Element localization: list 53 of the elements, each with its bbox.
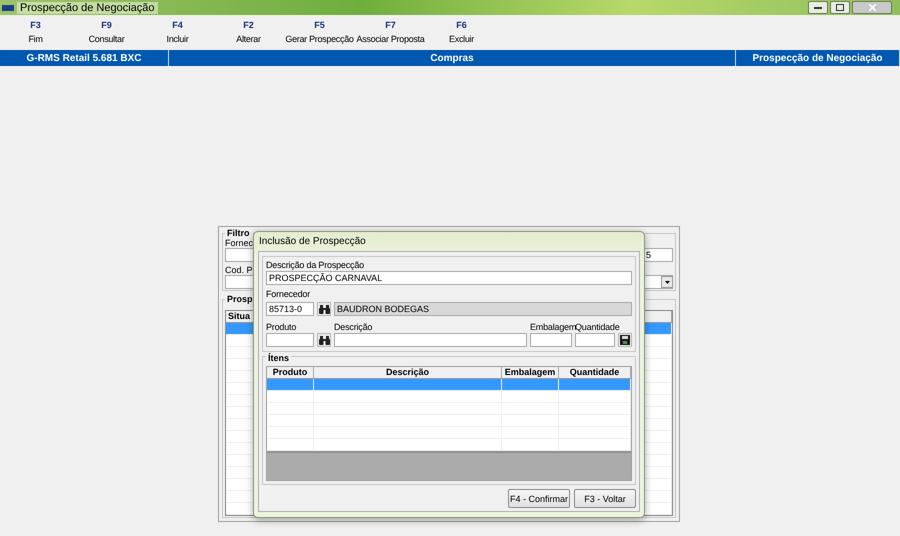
toolbar-button[interactable]: F9 Consultar: [71, 20, 142, 50]
save-button[interactable]: [618, 333, 632, 347]
column-header: Produto: [267, 367, 314, 378]
header-segment: G-RMS Retail 5.681 BXC: [0, 50, 169, 66]
field-label: Produto: [266, 322, 296, 332]
input-field[interactable]: [575, 333, 615, 347]
toolbar-button[interactable]: F2 Alterar: [213, 20, 284, 50]
field-label: Descrição: [334, 322, 372, 332]
toolbar-button[interactable]: F7 Associar Proposta: [355, 20, 426, 50]
date-field[interactable]: 5: [643, 248, 673, 262]
supplier-name-field[interactable]: BAUDRON BODEGAS: [334, 302, 632, 316]
app-icon: [2, 4, 14, 12]
field-label: Quantidade: [575, 322, 620, 332]
toolbar-button[interactable]: F6 Excluir: [426, 20, 497, 50]
table-row[interactable]: [267, 379, 631, 391]
binoculars-icon: [318, 336, 330, 344]
search-button[interactable]: [317, 302, 331, 316]
minimize-button[interactable]: [808, 1, 828, 14]
input-field[interactable]: [530, 333, 572, 347]
field-label: Descrição da Prospecção: [266, 260, 364, 270]
group-title: Ítens: [266, 353, 292, 363]
column-header: Descrição: [314, 367, 502, 378]
column-header: Quantidade: [559, 367, 631, 378]
dialog-button[interactable]: F3 - Voltar: [574, 489, 636, 508]
header-segment: Compras: [169, 50, 736, 66]
window-title: Prospecção de Negociação: [17, 2, 158, 14]
dialog-button[interactable]: F4 - Confirmar: [508, 489, 570, 508]
close-icon: [868, 4, 876, 11]
header-segment: Prospecção de Negociação: [736, 50, 900, 66]
dialog-title: Inclusão de Prospecção: [258, 235, 366, 249]
column-header: Embalagem: [502, 367, 559, 378]
toolbar-button[interactable]: F3 Fim: [0, 20, 71, 50]
input-field[interactable]: [266, 333, 314, 347]
field-label: Fornec: [225, 238, 254, 248]
input-field[interactable]: [334, 333, 527, 347]
description-field[interactable]: PROSPECÇÃO CARNAVAL: [266, 271, 632, 285]
field-label: Embalagem: [530, 322, 576, 332]
group-title: Filtro: [225, 228, 252, 238]
toolbar-button[interactable]: F4 Incluir: [142, 20, 213, 50]
save-icon: [620, 335, 630, 345]
caret-icon: [664, 280, 670, 284]
group-title: Prosp: [225, 294, 255, 304]
field-label: Cod. P: [225, 265, 253, 275]
binoculars-icon: [318, 304, 330, 314]
field-label: Fornecedor: [266, 289, 310, 299]
close-button[interactable]: [852, 1, 892, 14]
search-button[interactable]: [317, 333, 331, 347]
toolbar-button[interactable]: F5 Gerar Prospecção: [284, 20, 355, 50]
minimize-icon: [814, 6, 822, 9]
maximize-button[interactable]: [830, 1, 850, 14]
supplier-code-field[interactable]: 85713-0: [266, 302, 314, 316]
dropdown-button[interactable]: [661, 276, 673, 288]
maximize-icon: [836, 4, 844, 11]
